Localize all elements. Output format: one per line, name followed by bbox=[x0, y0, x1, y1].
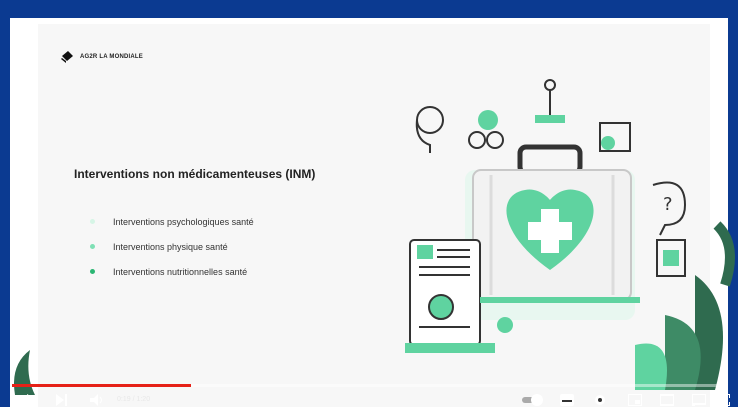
theater-icon[interactable] bbox=[660, 394, 674, 406]
autoplay-icon[interactable] bbox=[522, 394, 544, 406]
health-illustration: ? bbox=[405, 79, 735, 390]
cast-icon[interactable] bbox=[692, 394, 706, 406]
next-icon[interactable] bbox=[56, 394, 68, 406]
subtitles-icon[interactable] bbox=[560, 394, 574, 406]
bullet-label: Interventions physique santé bbox=[113, 241, 228, 252]
brand-logo-icon bbox=[60, 50, 74, 64]
brand-logo: AG2R LA MONDIALE bbox=[60, 50, 143, 64]
play-icon[interactable] bbox=[26, 394, 38, 406]
svg-text:?: ? bbox=[663, 194, 673, 215]
bullet-dot bbox=[90, 269, 95, 274]
list-item: Interventions psychologiques santé bbox=[90, 209, 254, 234]
slide-title: Interventions non médicamenteuses (INM) bbox=[74, 167, 316, 181]
bullet-dot bbox=[90, 244, 95, 249]
bullet-dot bbox=[90, 219, 95, 224]
bullet-label: Interventions nutritionnelles santé bbox=[113, 266, 248, 277]
settings-icon[interactable] bbox=[594, 394, 606, 406]
fullscreen-icon[interactable] bbox=[718, 394, 730, 406]
list-item: Interventions physique santé bbox=[90, 234, 254, 259]
miniplayer-icon[interactable] bbox=[628, 394, 642, 406]
bullet-list: Interventions psychologiques santé Inter… bbox=[90, 209, 254, 284]
progress-fill bbox=[12, 384, 191, 387]
bullet-label: Interventions psychologiques santé bbox=[113, 216, 254, 227]
brand-name: AG2R LA MONDIALE bbox=[80, 54, 143, 60]
list-item: Interventions nutritionnelles santé bbox=[90, 259, 254, 284]
plant-decoration bbox=[14, 350, 35, 395]
time-display: 0:19 / 1:20 bbox=[117, 396, 151, 403]
volume-icon[interactable] bbox=[90, 394, 104, 406]
